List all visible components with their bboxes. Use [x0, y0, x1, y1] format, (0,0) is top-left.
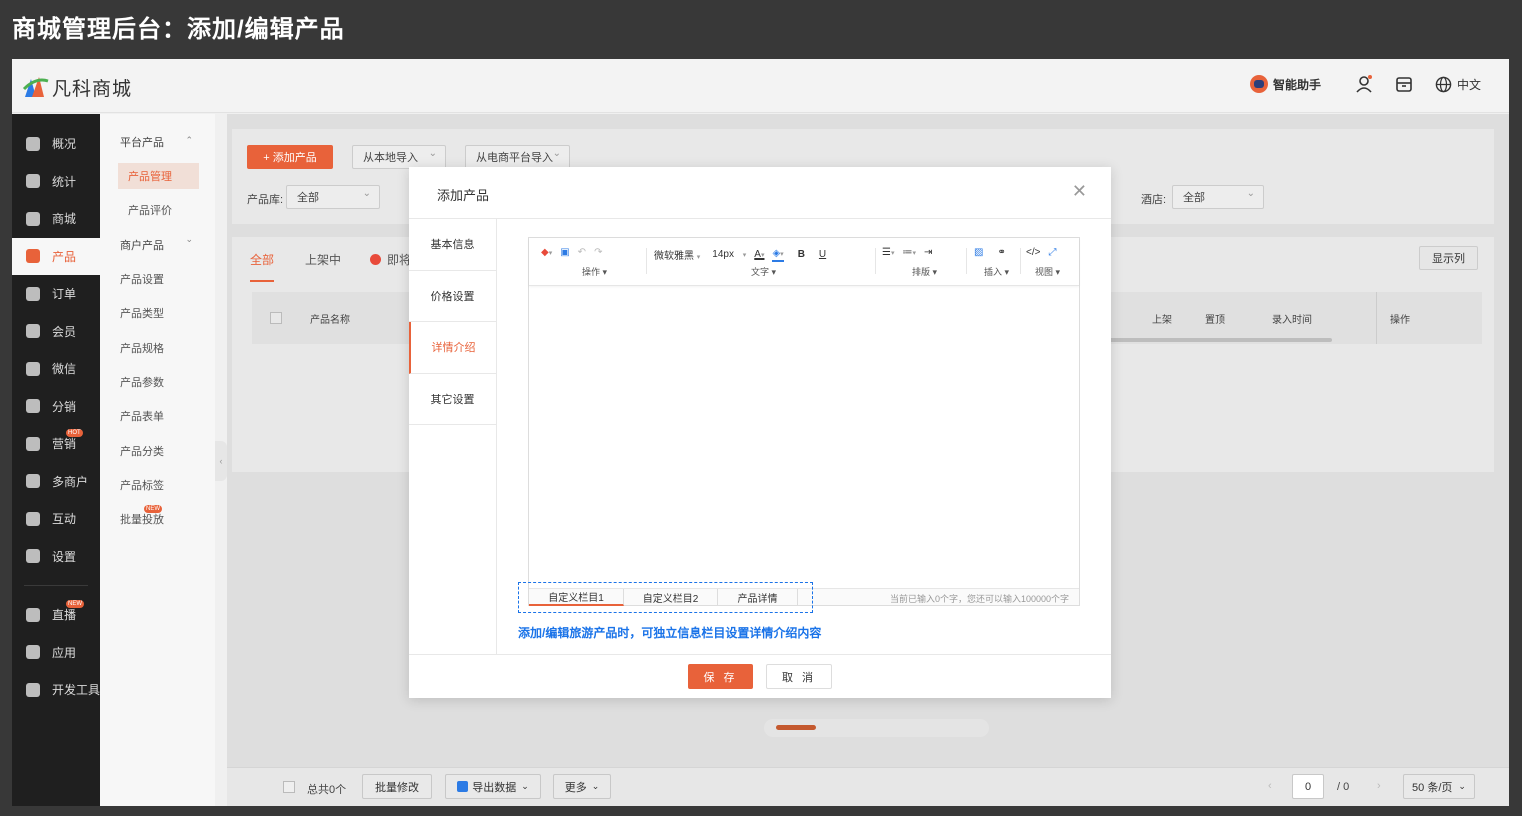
- group-caption: 文字 ▾: [751, 267, 777, 277]
- rich-text-editor: ◆▾ ▣ ↶ ↷ 操作 ▾ 微软雅黑 ▾ 14px ▾ A▾ ◈▾ B U 文字…: [528, 237, 1080, 606]
- format-painter-icon[interactable]: ▣: [560, 247, 569, 258]
- font-family-label: 微软雅黑: [654, 251, 694, 262]
- editor-toolbar: ◆▾ ▣ ↶ ↷ 操作 ▾ 微软雅黑 ▾ 14px ▾ A▾ ◈▾ B U 文字…: [529, 238, 1079, 286]
- dialog-title: 添加产品: [437, 188, 490, 203]
- save-button[interactable]: 保 存: [688, 664, 753, 689]
- toolbar-group-layout: ☰▾ ≔▾ ⇥ 排版 ▾: [882, 238, 967, 286]
- highlight-box: [518, 582, 813, 613]
- editor-body[interactable]: [529, 287, 1079, 587]
- eraser-icon[interactable]: ◆▾: [541, 247, 552, 258]
- toolbar-group-view: </> ⤢ 视图 ▾: [1026, 238, 1076, 286]
- tab-detail-intro[interactable]: 详情介绍: [409, 322, 496, 374]
- image-icon[interactable]: ▨: [974, 247, 983, 258]
- group-caption: 视图 ▾: [1035, 267, 1061, 277]
- close-icon[interactable]: ✕: [1072, 181, 1087, 202]
- toolbar-divider: [966, 248, 967, 274]
- fullscreen-icon[interactable]: ⤢: [1048, 247, 1056, 258]
- toolbar-divider: [646, 248, 647, 274]
- link-icon[interactable]: ⚭: [997, 247, 1005, 258]
- bold-icon[interactable]: B: [798, 249, 805, 260]
- toolbar-divider: [875, 248, 876, 274]
- add-product-dialog: 添加产品 ✕ 基本信息 价格设置 详情介绍 其它设置 ◆▾ ▣ ↶ ↷ 操作 ▾…: [409, 167, 1111, 698]
- toolbar-group-insert: ▨ ⚭ 插入 ▾: [974, 238, 1024, 286]
- indent-icon[interactable]: ⇥: [924, 247, 932, 258]
- redo-icon[interactable]: ↷: [594, 247, 602, 258]
- group-caption: 插入 ▾: [984, 267, 1010, 277]
- group-caption: 操作 ▾: [582, 267, 608, 277]
- code-icon[interactable]: </>: [1026, 247, 1040, 258]
- tab-basic-info[interactable]: 基本信息: [409, 219, 496, 271]
- cancel-button[interactable]: 取 消: [766, 664, 832, 689]
- dialog-footer-divider: [409, 654, 1111, 655]
- font-size-label: 14px: [712, 249, 734, 260]
- toolbar-divider: [1020, 248, 1021, 274]
- tab-other-settings[interactable]: 其它设置: [409, 374, 496, 425]
- undo-icon[interactable]: ↶: [578, 247, 586, 258]
- align-icon[interactable]: ☰▾: [882, 247, 894, 258]
- font-size-select[interactable]: 14px ▾: [712, 249, 746, 260]
- char-count: 当前已输入0个字，您还可以输入100000个字: [889, 594, 1069, 604]
- dialog-divider: [409, 218, 1111, 219]
- group-caption: 排版 ▾: [912, 267, 938, 277]
- font-color-icon[interactable]: A▾: [754, 249, 764, 260]
- list-icon[interactable]: ≔▾: [902, 247, 916, 258]
- tab-price-settings[interactable]: 价格设置: [409, 271, 496, 322]
- annotation-note: 添加/编辑旅游产品时，可独立信息栏目设置详情介绍内容: [518, 626, 822, 640]
- toolbar-group-text: 微软雅黑 ▾ 14px ▾ A▾ ◈▾ B U 文字 ▾: [654, 238, 869, 286]
- font-family-select[interactable]: 微软雅黑 ▾: [654, 247, 700, 262]
- highlight-color-icon[interactable]: ◈▾: [772, 248, 784, 262]
- dialog-tabs: 基本信息 价格设置 详情介绍 其它设置: [409, 219, 497, 654]
- toolbar-group-operate: ◆▾ ▣ ↶ ↷ 操作 ▾: [541, 238, 641, 286]
- underline-icon[interactable]: U: [819, 249, 826, 260]
